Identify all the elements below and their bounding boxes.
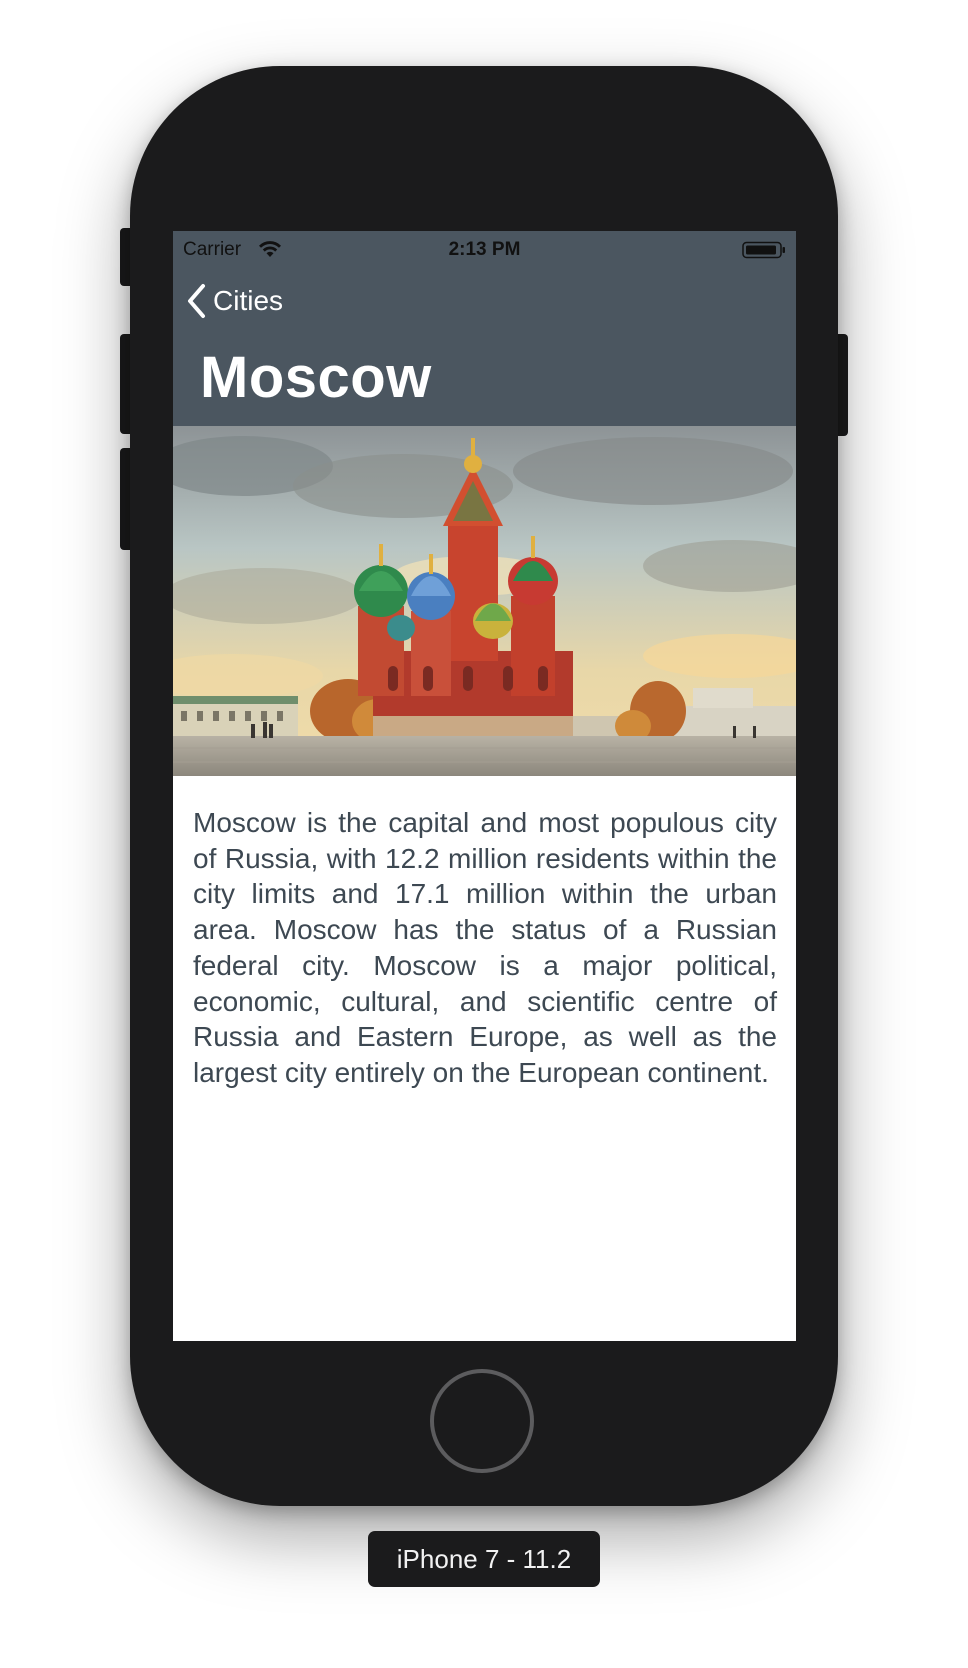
city-image [173,426,796,776]
chevron-left-icon [188,284,205,318]
device-label: iPhone 7 - 11.2 [368,1531,600,1587]
status-bar: Carrier 2:13 PM [173,231,796,269]
back-button[interactable]: Cities [185,281,283,321]
page-title: Moscow [200,345,432,410]
cathedral-illustration [173,426,796,776]
status-time: 2:13 PM [448,239,521,260]
city-description: Moscow is the capital and most populous … [193,807,777,1088]
navigation-bar: Carrier 2:13 PM Cities Moscow [173,231,796,426]
battery-icon [742,241,785,259]
phone-screen: Carrier 2:13 PM Cities Moscow Moscow is … [173,231,796,1341]
home-button[interactable] [430,1369,534,1473]
back-button-label: Cities [213,285,284,316]
simulator-stage: Carrier 2:13 PM Cities Moscow Moscow is … [0,0,968,1668]
